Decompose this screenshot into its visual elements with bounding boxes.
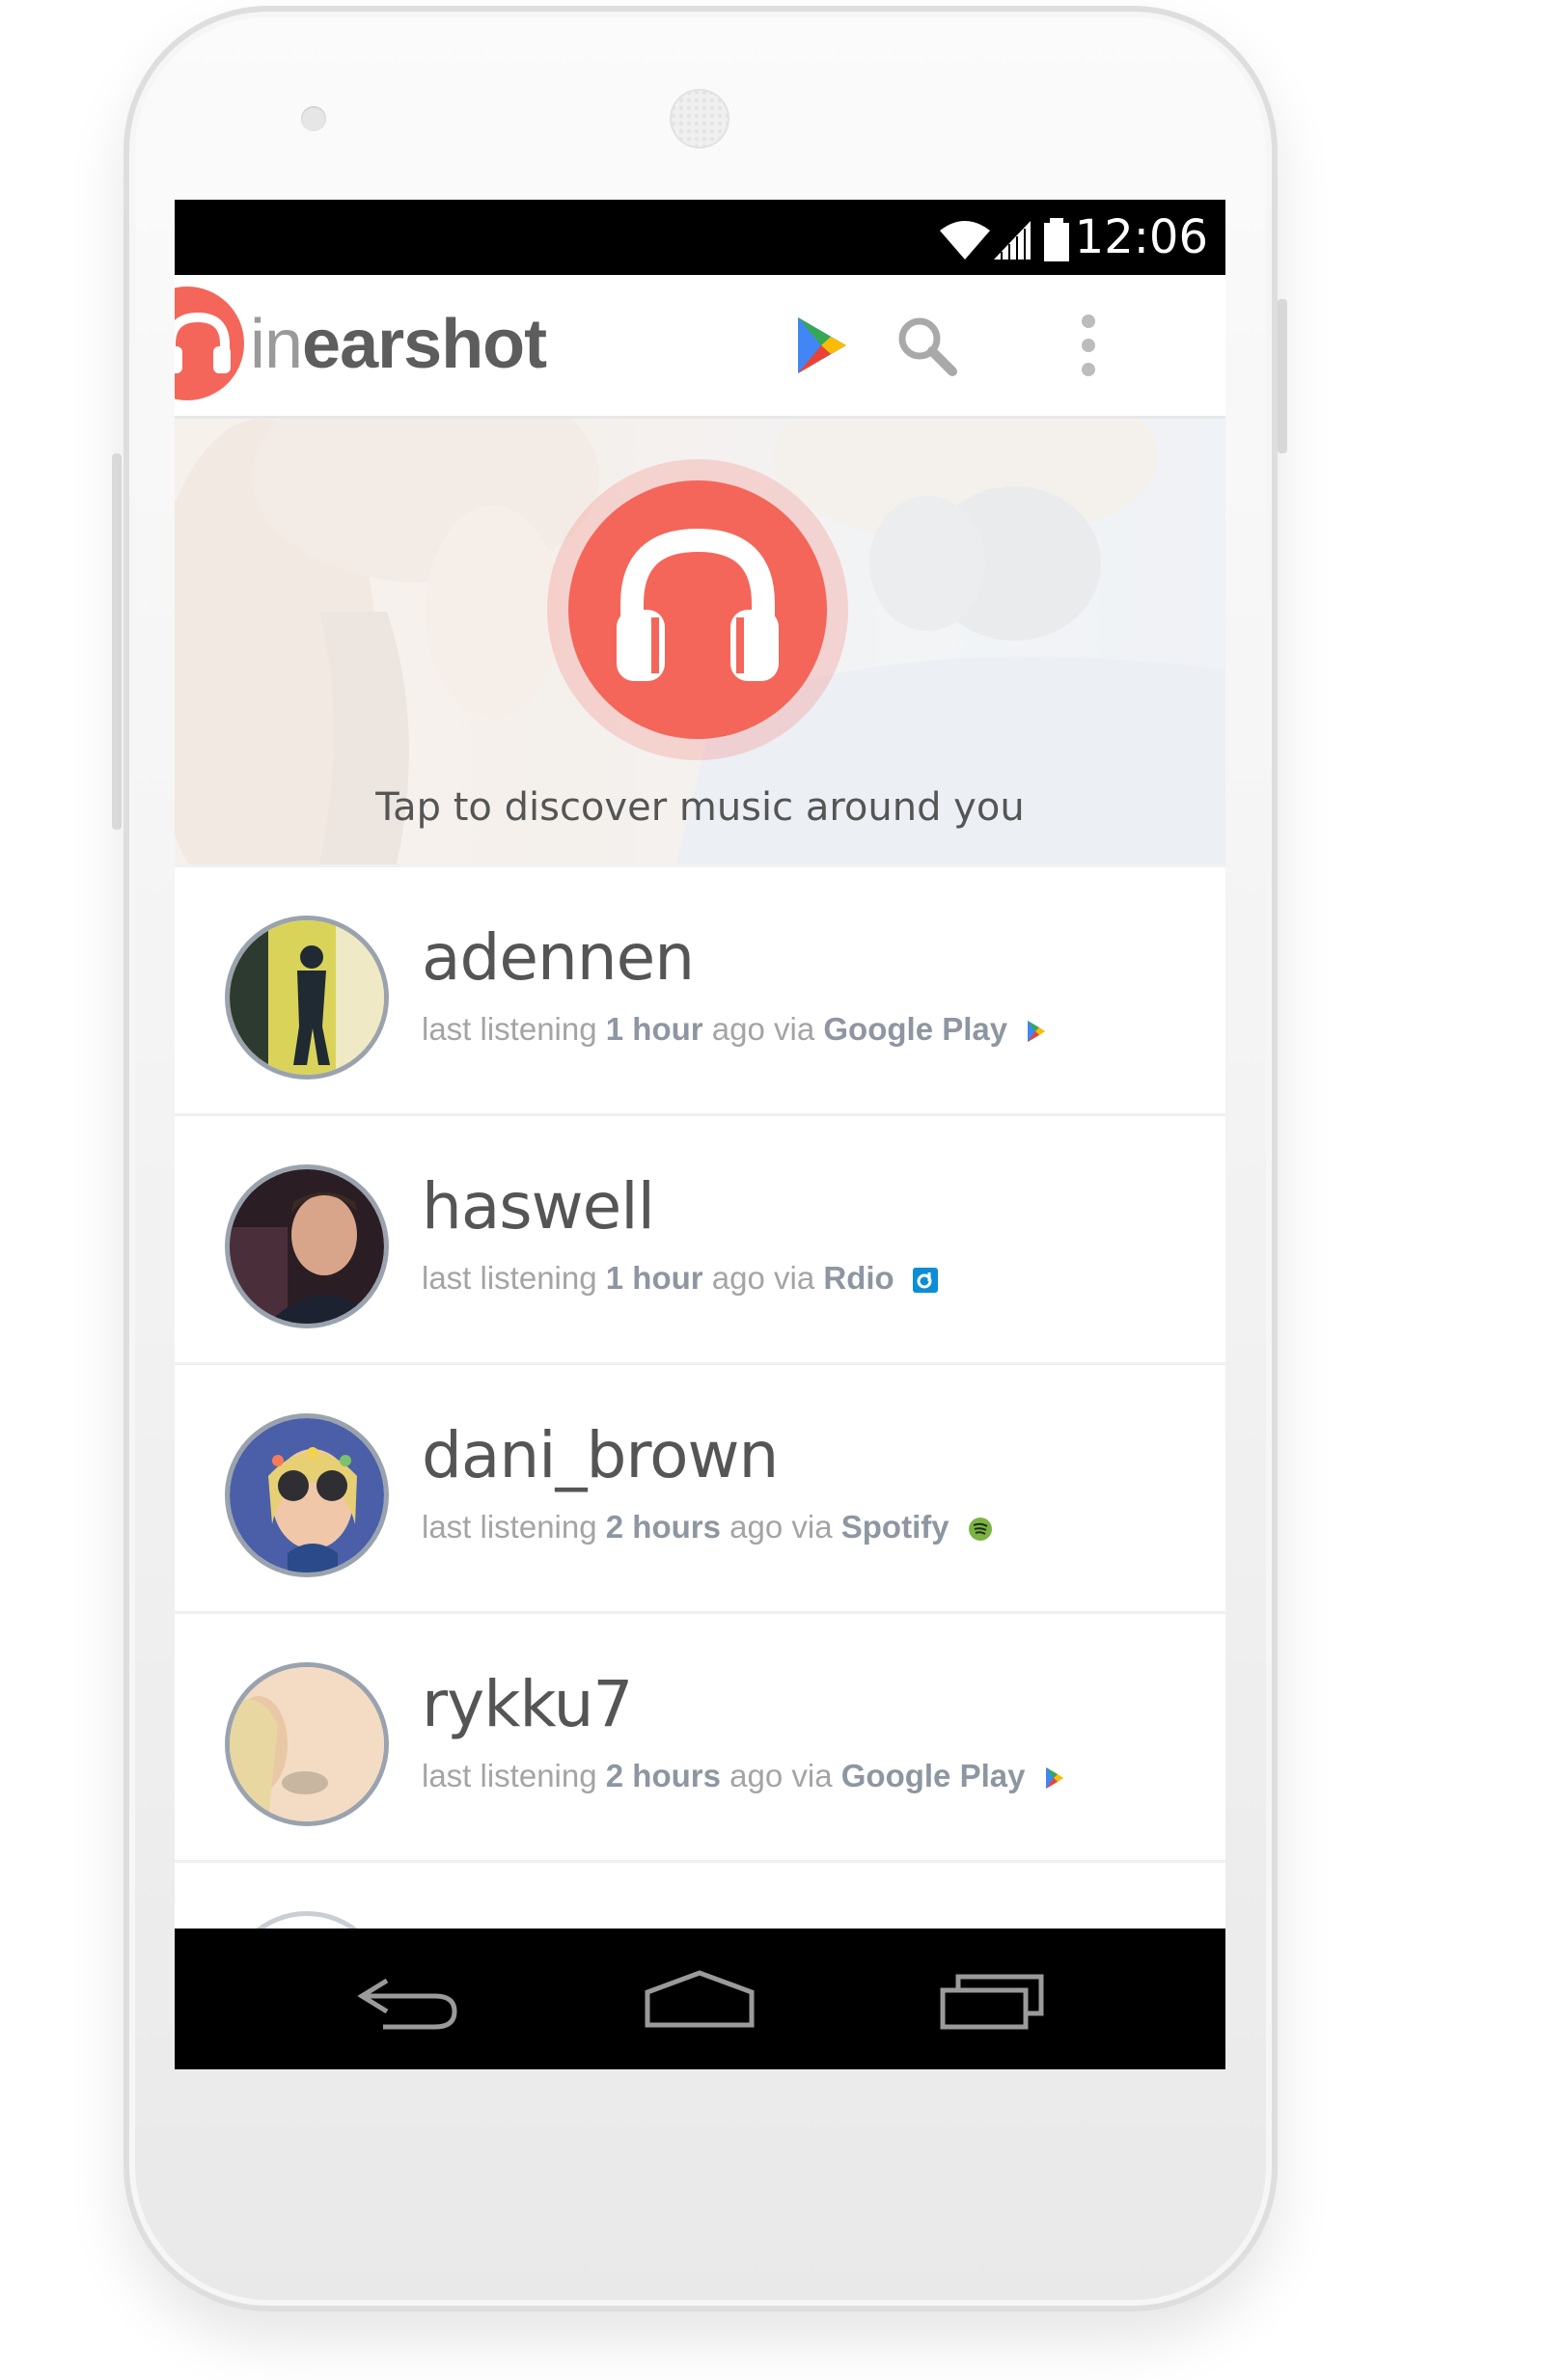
- meta-mid: ago via: [729, 1509, 833, 1545]
- avatar-photo: [230, 1169, 384, 1324]
- avatar: [225, 1662, 389, 1826]
- username[interactable]: haswell: [422, 1170, 655, 1244]
- meta-prefix: last listening: [422, 1011, 597, 1047]
- list-item[interactable]: dani_brown last listening 2 hours ago vi…: [175, 1362, 1225, 1611]
- avatar: [225, 1164, 389, 1328]
- meta-mid: ago via: [729, 1758, 833, 1793]
- recents-icon[interactable]: [939, 1967, 1047, 2035]
- earpiece-speaker: [670, 89, 729, 149]
- meta-prefix: last listening: [422, 1758, 597, 1793]
- listening-meta: last listening 1 hour ago via Rdio: [422, 1259, 938, 1298]
- discover-button-inner: [568, 480, 827, 739]
- app-title-prefix: in: [250, 306, 303, 383]
- avatar: [225, 916, 389, 1080]
- google-play-icon[interactable]: [788, 312, 856, 379]
- google-play-icon: [1045, 1767, 1063, 1790]
- discover-button[interactable]: [547, 459, 848, 760]
- avatar-photo: [230, 1418, 384, 1573]
- listening-meta: last listening 2 hours ago via Google Pl…: [422, 1757, 1065, 1795]
- google-play-icon: [1028, 1021, 1046, 1043]
- front-camera: [301, 106, 326, 131]
- username[interactable]: adennen: [422, 921, 695, 995]
- app-title: inearshot: [250, 304, 547, 385]
- signal-icon: [994, 221, 1031, 260]
- meta-service: Google Play: [823, 1011, 1008, 1047]
- meta-service: Google Play: [840, 1758, 1026, 1793]
- app-title-rest: earshot: [302, 306, 547, 383]
- battery-icon: [1044, 218, 1069, 261]
- meta-time: 2 hours: [605, 1758, 721, 1793]
- list-item[interactable]: rykku7 last listening 2 hours ago via Go…: [175, 1611, 1225, 1860]
- meta-prefix: last listening: [422, 1260, 597, 1296]
- search-icon[interactable]: [893, 312, 960, 379]
- volume-button: [112, 453, 122, 830]
- avatar-photo: [230, 920, 384, 1075]
- hero-banner: Tap to discover music around you: [175, 419, 1225, 864]
- meta-mid: ago via: [711, 1011, 815, 1047]
- status-time: 12:06: [1074, 210, 1208, 264]
- rdio-icon: [912, 1268, 938, 1294]
- listener-list: adennen last listening 1 hour ago via Go…: [175, 864, 1225, 2069]
- list-item[interactable]: adennen last listening 1 hour ago via Go…: [175, 864, 1225, 1113]
- meta-prefix: last listening: [422, 1509, 597, 1545]
- meta-service: Rdio: [823, 1260, 894, 1296]
- app-bar: inearshot: [175, 275, 1225, 419]
- meta-service: Spotify: [840, 1509, 949, 1545]
- meta-time: 2 hours: [605, 1509, 721, 1545]
- listening-meta: last listening 1 hour ago via Google Pla…: [422, 1010, 1047, 1049]
- avatar-photo: [230, 1667, 384, 1821]
- headphones-icon: [617, 528, 779, 681]
- phone-screen: 12:06 inearshot Tap to discover music ar…: [175, 200, 1225, 2069]
- meta-time: 1 hour: [605, 1011, 703, 1047]
- username[interactable]: dani_brown: [422, 1419, 779, 1492]
- back-icon[interactable]: [354, 1967, 460, 2035]
- hero-caption: Tap to discover music around you: [375, 785, 1025, 830]
- wifi-icon: [940, 221, 990, 260]
- status-bar: 12:06: [175, 200, 1225, 275]
- meta-time: 1 hour: [605, 1260, 703, 1296]
- list-item[interactable]: haswell last listening 1 hour ago via Rd…: [175, 1113, 1225, 1362]
- spotify-icon: [968, 1518, 992, 1542]
- listening-meta: last listening 2 hours ago via Spotify: [422, 1508, 993, 1546]
- device-mockup: 12:06 inearshot Tap to discover music ar…: [0, 0, 1568, 2380]
- power-button: [1278, 299, 1287, 453]
- username[interactable]: rykku7: [422, 1668, 633, 1741]
- home-icon[interactable]: [644, 1967, 756, 2035]
- app-logo: [175, 287, 244, 400]
- headphones-icon: [175, 312, 231, 373]
- navigation-bar: [175, 1929, 1225, 2069]
- overflow-menu-icon[interactable]: [1055, 312, 1122, 379]
- avatar: [225, 1413, 389, 1577]
- status-icons: [940, 218, 1069, 261]
- meta-mid: ago via: [711, 1260, 815, 1296]
